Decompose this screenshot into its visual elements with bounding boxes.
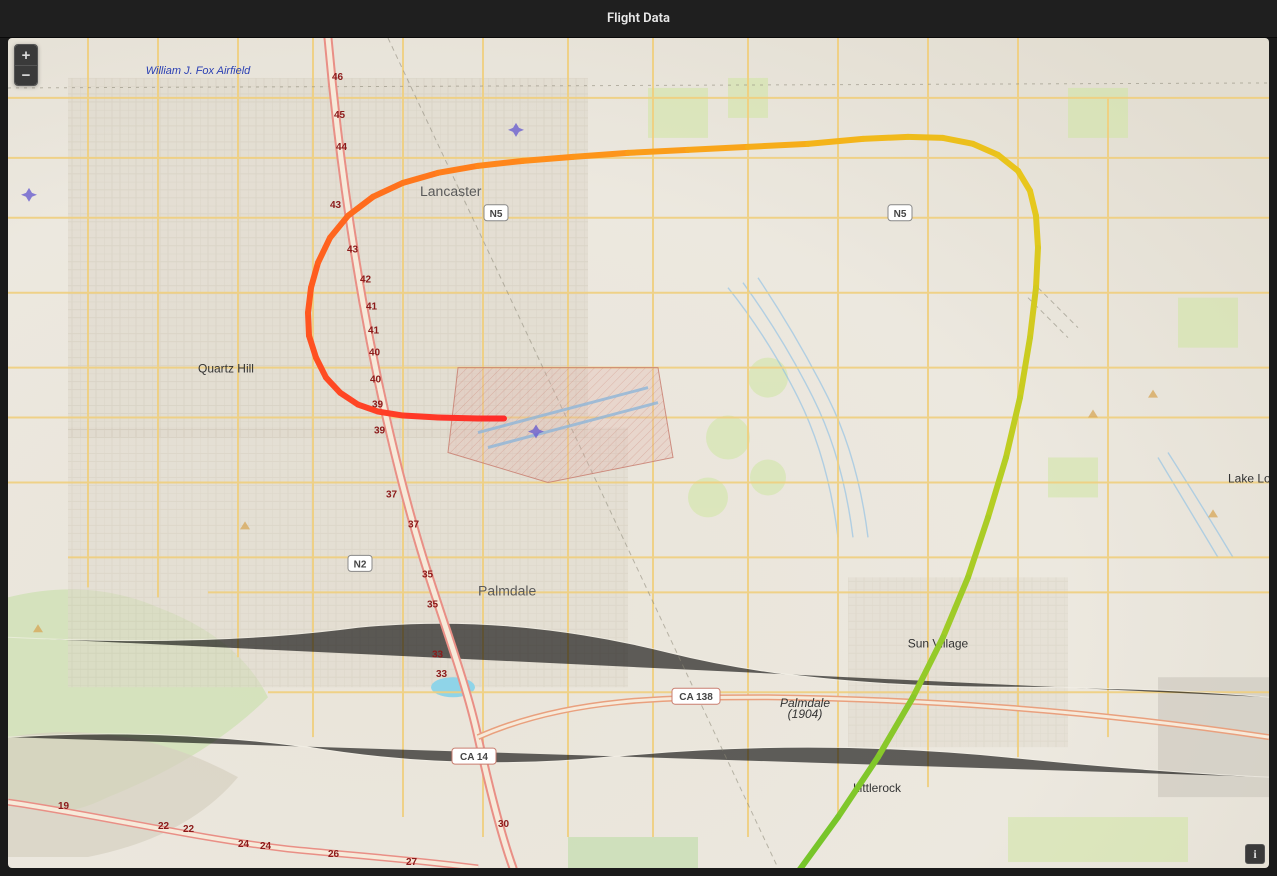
svg-text:22: 22 <box>183 824 195 835</box>
label-quartz-hill: Quartz Hill <box>198 362 254 376</box>
svg-text:CA 138: CA 138 <box>679 692 713 703</box>
svg-text:44: 44 <box>336 142 348 153</box>
svg-text:37: 37 <box>386 489 398 500</box>
svg-text:33: 33 <box>436 669 448 680</box>
label-lancaster: Lancaster <box>420 183 482 199</box>
svg-text:40: 40 <box>369 348 381 359</box>
svg-text:39: 39 <box>374 426 386 437</box>
label-fox-airfield: William J. Fox Airfield <box>146 65 251 77</box>
svg-text:19: 19 <box>58 801 70 812</box>
svg-text:37: 37 <box>408 519 420 530</box>
app-window: Flight Data <box>0 0 1277 876</box>
svg-text:43: 43 <box>347 245 359 256</box>
attribution-button[interactable]: i <box>1245 844 1265 864</box>
svg-text:27: 27 <box>406 857 418 868</box>
zoom-out-button[interactable]: − <box>15 65 37 85</box>
svg-text:40: 40 <box>370 375 382 386</box>
zoom-controls: + − <box>14 44 38 86</box>
svg-text:35: 35 <box>422 569 434 580</box>
svg-text:CA 14: CA 14 <box>460 752 488 763</box>
window-title: Flight Data <box>607 11 670 26</box>
zoom-in-button[interactable]: + <box>15 45 37 65</box>
svg-text:26: 26 <box>328 849 340 860</box>
svg-text:35: 35 <box>427 599 439 610</box>
svg-text:24: 24 <box>260 841 272 852</box>
window-titlebar: Flight Data <box>0 0 1277 38</box>
svg-text:42: 42 <box>360 275 372 286</box>
svg-text:22: 22 <box>158 821 170 832</box>
svg-text:N2: N2 <box>354 559 367 570</box>
svg-text:46: 46 <box>332 72 344 83</box>
svg-text:N5: N5 <box>894 209 907 220</box>
map-canvas[interactable]: William J. Fox Airfield Lancaster Quartz… <box>8 38 1269 868</box>
svg-text:41: 41 <box>368 326 380 337</box>
svg-text:N5: N5 <box>490 209 503 220</box>
svg-text:24: 24 <box>238 839 250 850</box>
svg-text:30: 30 <box>498 819 510 830</box>
label-palmdale: Palmdale <box>478 582 537 598</box>
svg-text:45: 45 <box>334 110 346 121</box>
svg-text:33: 33 <box>432 649 444 660</box>
map-frame: William J. Fox Airfield Lancaster Quartz… <box>8 38 1269 868</box>
svg-text:43: 43 <box>330 200 342 211</box>
label-lake-los: Lake Los <box>1228 471 1269 485</box>
svg-text:41: 41 <box>366 302 378 313</box>
